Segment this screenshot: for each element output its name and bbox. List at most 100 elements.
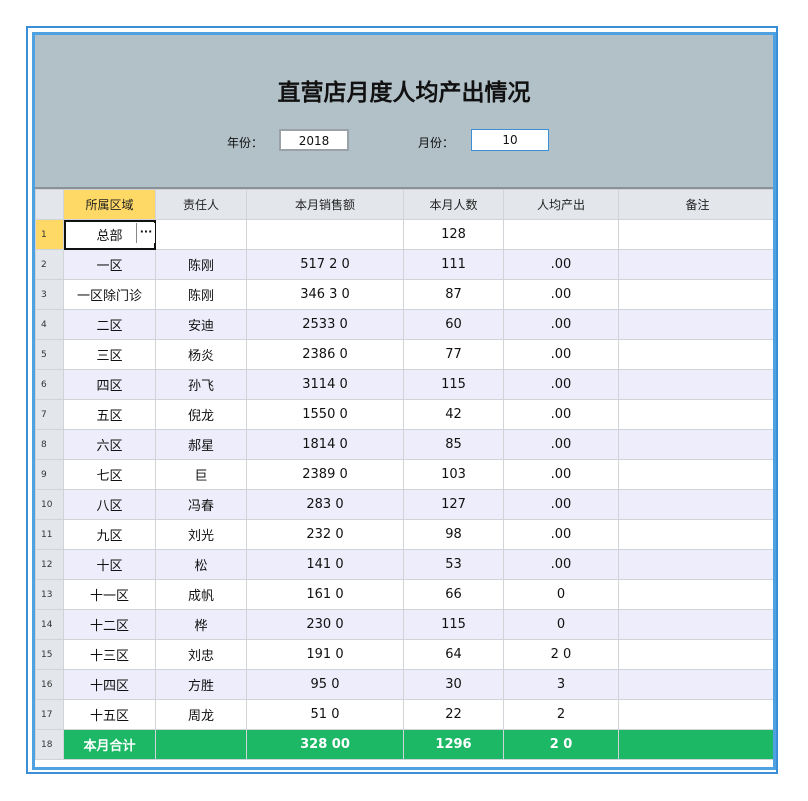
cell-avg[interactable]: 2 0 — [503, 639, 619, 670]
cell-avg[interactable]: 0 — [503, 579, 619, 610]
cell-region[interactable]: 十三区 — [63, 639, 156, 670]
table-row[interactable]: 7 五区 倪龙 1550 0 42 .00 — [35, 399, 773, 430]
cell-sales[interactable]: 2389 0 — [246, 459, 404, 490]
column-header-person[interactable]: 责任人 — [155, 189, 247, 220]
cell-sales[interactable]: 1814 0 — [246, 429, 404, 460]
cell-count[interactable]: 42 — [403, 399, 504, 430]
table-row[interactable]: 4 二区 安迪 2533 0 60 .00 — [35, 309, 773, 340]
table-row[interactable]: 16 十四区 方胜 95 0 30 3 — [35, 669, 773, 700]
cell-region[interactable]: 三区 — [63, 339, 156, 370]
cell-avg[interactable]: .00 — [503, 279, 619, 310]
column-header-count[interactable]: 本月人数 — [403, 189, 504, 220]
grid-corner[interactable] — [35, 189, 64, 220]
total-sales[interactable]: 328 00 — [246, 729, 404, 760]
cell-person[interactable]: 郝星 — [155, 429, 247, 460]
row-number[interactable]: 2 — [35, 249, 64, 280]
cell-region[interactable]: 五区 — [63, 399, 156, 430]
table-row[interactable]: 2 一区 陈刚 517 2 0 111 .00 — [35, 249, 773, 280]
cell-note[interactable] — [618, 279, 773, 310]
table-row[interactable]: 12 十区 松 141 0 53 .00 — [35, 549, 773, 580]
cell-person[interactable] — [155, 219, 247, 250]
cell-avg[interactable]: .00 — [503, 489, 619, 520]
column-header-sales[interactable]: 本月销售额 — [246, 189, 404, 220]
total-avg[interactable]: 2 0 — [503, 729, 619, 760]
column-header-note[interactable]: 备注 — [618, 189, 773, 220]
row-number[interactable]: 18 — [35, 729, 64, 760]
cell-sales[interactable]: 2386 0 — [246, 339, 404, 370]
column-header-avg[interactable]: 人均产出 — [503, 189, 619, 220]
cell-note[interactable] — [618, 639, 773, 670]
cell-note[interactable] — [618, 249, 773, 280]
table-row[interactable]: 6 四区 孙飞 3114 0 115 .00 — [35, 369, 773, 400]
cell-region[interactable]: 四区 — [63, 369, 156, 400]
row-number[interactable]: 9 — [35, 459, 64, 490]
cell-region[interactable]: 一区 — [63, 249, 156, 280]
cell-note[interactable] — [618, 579, 773, 610]
cell-sales[interactable]: 230 0 — [246, 609, 404, 640]
cell-person[interactable]: 陈刚 — [155, 249, 247, 280]
cell-person[interactable]: 方胜 — [155, 669, 247, 700]
row-number[interactable]: 12 — [35, 549, 64, 580]
row-number[interactable]: 6 — [35, 369, 64, 400]
row-number[interactable]: 15 — [35, 639, 64, 670]
cell-person[interactable]: 杨炎 — [155, 339, 247, 370]
table-row[interactable]: 3 一区除门诊 陈刚 346 3 0 87 .00 — [35, 279, 773, 310]
cell-editor-button[interactable]: ··· — [136, 223, 155, 243]
cell-count[interactable]: 30 — [403, 669, 504, 700]
cell-region[interactable]: 十四区 — [63, 669, 156, 700]
cell-sales[interactable]: 2533 0 — [246, 309, 404, 340]
cell-count[interactable]: 64 — [403, 639, 504, 670]
row-number[interactable]: 13 — [35, 579, 64, 610]
month-input[interactable]: 10 — [471, 129, 549, 151]
cell-note[interactable] — [618, 429, 773, 460]
cell-note[interactable] — [618, 369, 773, 400]
row-number[interactable]: 11 — [35, 519, 64, 550]
cell-person[interactable]: 倪龙 — [155, 399, 247, 430]
total-count[interactable]: 1296 — [403, 729, 504, 760]
cell-region[interactable]: 十一区 — [63, 579, 156, 610]
cell-note[interactable] — [618, 339, 773, 370]
cell-person[interactable]: 巨 — [155, 459, 247, 490]
cell-sales[interactable]: 1550 0 — [246, 399, 404, 430]
cell-count[interactable]: 85 — [403, 429, 504, 460]
cell-note[interactable] — [618, 309, 773, 340]
cell-region[interactable]: 六区 — [63, 429, 156, 460]
cell-note[interactable] — [618, 519, 773, 550]
cell-person[interactable]: 陈刚 — [155, 279, 247, 310]
row-number[interactable]: 4 — [35, 309, 64, 340]
cell-count[interactable]: 111 — [403, 249, 504, 280]
cell-region[interactable]: 十二区 — [63, 609, 156, 640]
total-note[interactable] — [618, 729, 773, 760]
total-person[interactable] — [155, 729, 247, 760]
cell-sales[interactable] — [246, 219, 404, 250]
row-number[interactable]: 7 — [35, 399, 64, 430]
cell-count[interactable]: 128 — [403, 219, 504, 250]
table-row[interactable]: 9 七区 巨 2389 0 103 .00 — [35, 459, 773, 490]
cell-avg[interactable]: .00 — [503, 429, 619, 460]
cell-region[interactable]: 十五区 — [63, 699, 156, 730]
row-number[interactable]: 5 — [35, 339, 64, 370]
cell-region[interactable]: 八区 — [63, 489, 156, 520]
cell-avg[interactable]: .00 — [503, 459, 619, 490]
cell-avg[interactable] — [503, 219, 619, 250]
cell-count[interactable]: 127 — [403, 489, 504, 520]
cell-person[interactable]: 周龙 — [155, 699, 247, 730]
cell-sales[interactable]: 141 0 — [246, 549, 404, 580]
cell-note[interactable] — [618, 219, 773, 250]
table-row[interactable]: 8 六区 郝星 1814 0 85 .00 — [35, 429, 773, 460]
cell-note[interactable] — [618, 489, 773, 520]
cell-avg[interactable]: .00 — [503, 369, 619, 400]
cell-person[interactable]: 松 — [155, 549, 247, 580]
cell-count[interactable]: 115 — [403, 369, 504, 400]
row-number[interactable]: 3 — [35, 279, 64, 310]
cell-count[interactable]: 103 — [403, 459, 504, 490]
cell-region[interactable]: 一区除门诊 — [63, 279, 156, 310]
cell-region[interactable]: 七区 — [63, 459, 156, 490]
cell-count[interactable]: 77 — [403, 339, 504, 370]
row-number[interactable]: 14 — [35, 609, 64, 640]
total-label[interactable]: 本月合计 — [63, 729, 156, 760]
row-number[interactable]: 1 — [35, 219, 64, 250]
cell-note[interactable] — [618, 459, 773, 490]
cell-count[interactable]: 115 — [403, 609, 504, 640]
cell-note[interactable] — [618, 699, 773, 730]
